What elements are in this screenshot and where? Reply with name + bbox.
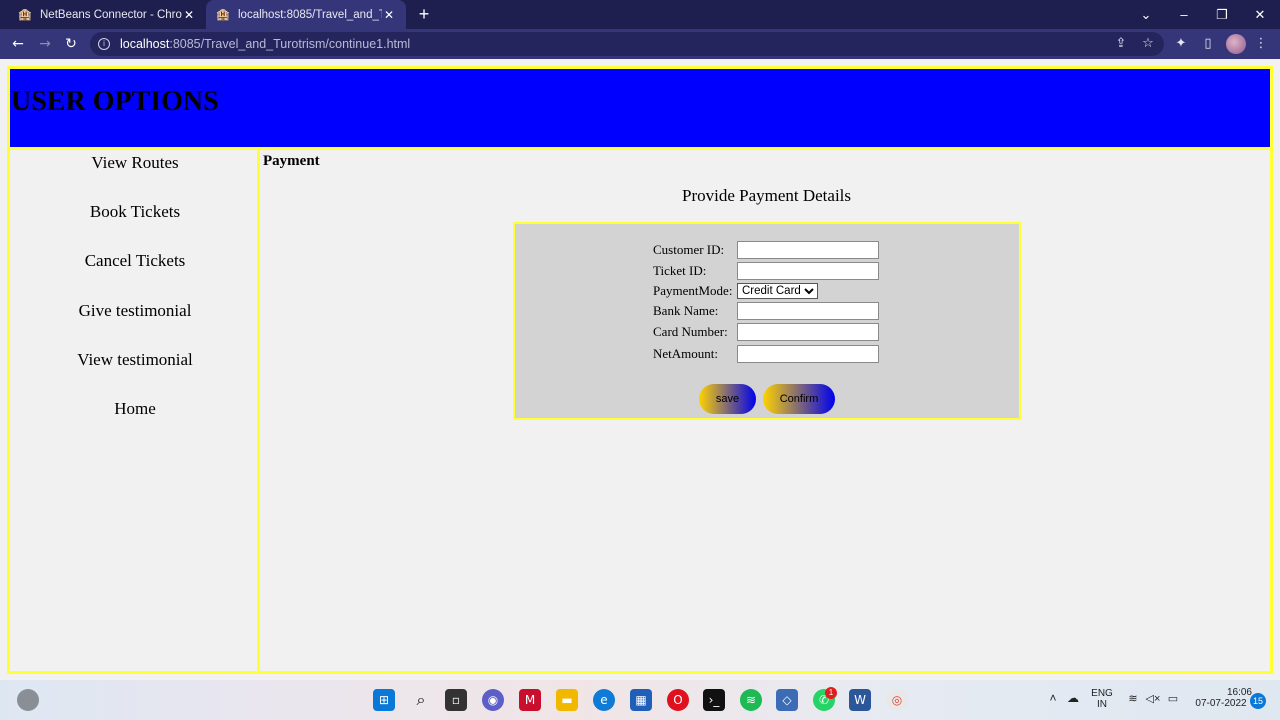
start-windows-icon[interactable]: ⊞ bbox=[373, 689, 395, 711]
clock-time: 16:06 bbox=[1226, 687, 1252, 698]
restore-button[interactable]: ❐ bbox=[1203, 0, 1241, 29]
main-content: Payment Provide Payment Details Customer… bbox=[263, 150, 1270, 674]
minimize-button[interactable]: – bbox=[1165, 0, 1203, 29]
info-icon[interactable]: i bbox=[98, 38, 110, 50]
tab-title: NetBeans Connector - Chrome W bbox=[40, 8, 182, 21]
chat-icon[interactable]: ◉ bbox=[482, 689, 504, 711]
close-icon[interactable]: ✕ bbox=[182, 8, 196, 22]
mcafee-icon[interactable]: M bbox=[519, 689, 541, 711]
clock[interactable]: 16:06 07-07-2022 bbox=[1190, 687, 1252, 709]
battery-icon[interactable]: ▭ bbox=[1165, 692, 1181, 705]
tab-netbeans-connector[interactable]: 🏨 NetBeans Connector - Chrome W ✕ bbox=[8, 0, 206, 29]
form-heading: Provide Payment Details bbox=[681, 186, 852, 205]
net-amount-label: NetAmount: bbox=[653, 346, 718, 361]
share-icon[interactable]: ⇪ bbox=[1112, 35, 1130, 53]
payment-form: Customer ID: Ticket ID: PaymentMode: Cre… bbox=[513, 222, 1021, 420]
url-text: localhost:8085/Travel_and_Turotrism/cont… bbox=[120, 37, 411, 51]
net-amount-input[interactable] bbox=[737, 345, 879, 363]
customer-id-label: Customer ID: bbox=[653, 242, 725, 257]
menu-icon[interactable]: ⋮ bbox=[1252, 35, 1270, 53]
onedrive-cloud-icon[interactable]: ☁ bbox=[1065, 691, 1081, 705]
sidebar-item-cancel-tickets[interactable]: Cancel Tickets bbox=[10, 251, 260, 271]
forward-arrow-icon[interactable]: → bbox=[35, 34, 55, 54]
sidebar: View Routes Book Tickets Cancel Tickets … bbox=[10, 150, 260, 674]
opera-icon[interactable]: O bbox=[667, 689, 689, 711]
notification-badge[interactable]: 15 bbox=[1250, 693, 1266, 709]
web-page: USER OPTIONS View Routes Book Tickets Ca… bbox=[0, 59, 1280, 680]
windows-taskbar: ⊞ ⌕ ▫ ◉ M ▬ e ▦ O ›_ ≋ ◇ ✆ 1 W ◎ ˄ ☁ ENG… bbox=[0, 680, 1280, 720]
chevron-down-icon[interactable]: ⌄ bbox=[1127, 0, 1165, 29]
sidebar-item-view-testimonial[interactable]: View testimonial bbox=[10, 350, 260, 370]
extensions-icon[interactable]: ✦ bbox=[1172, 35, 1190, 53]
chrome-icon[interactable]: ◎ bbox=[886, 689, 908, 711]
profile-avatar[interactable] bbox=[1226, 34, 1246, 54]
address-bar[interactable]: i localhost:8085/Travel_and_Turotrism/co… bbox=[90, 32, 1164, 56]
close-icon[interactable]: ✕ bbox=[382, 8, 396, 22]
spotify-icon[interactable]: ≋ bbox=[740, 689, 762, 711]
sidebar-item-book-tickets[interactable]: Book Tickets bbox=[10, 202, 260, 222]
back-arrow-icon[interactable]: ← bbox=[8, 34, 28, 54]
tab-favicon-icon: 🏨 bbox=[18, 9, 32, 21]
file-explorer-icon[interactable]: ▬ bbox=[556, 689, 578, 711]
bank-name-row: Bank Name: bbox=[653, 301, 879, 321]
sidebar-item-view-routes[interactable]: View Routes bbox=[10, 153, 260, 173]
ticket-id-input[interactable] bbox=[737, 262, 879, 280]
edge-icon[interactable]: e bbox=[593, 689, 615, 711]
ticket-id-row: Ticket ID: bbox=[653, 261, 879, 281]
sidebar-item-give-testimonial[interactable]: Give testimonial bbox=[10, 301, 260, 321]
bank-name-input[interactable] bbox=[737, 302, 879, 320]
chevron-up-icon[interactable]: ˄ bbox=[1046, 691, 1060, 705]
tab-localhost[interactable]: 🏨 localhost:8085/Travel_and_Turotr ✕ bbox=[206, 0, 406, 29]
ticket-id-label: Ticket ID: bbox=[653, 263, 707, 278]
widgets-icon[interactable] bbox=[17, 689, 39, 711]
side-panel-icon[interactable]: ▯ bbox=[1199, 35, 1217, 53]
page-frame: USER OPTIONS View Routes Book Tickets Ca… bbox=[7, 66, 1273, 674]
payment-mode-label: PaymentMode: bbox=[653, 283, 733, 298]
speaker-muted-icon[interactable]: ◁× bbox=[1145, 692, 1161, 705]
payment-mode-select[interactable]: Credit Card bbox=[737, 283, 818, 299]
wifi-icon[interactable]: ≋ bbox=[1125, 692, 1141, 705]
task-view-icon[interactable]: ▫ bbox=[445, 689, 467, 711]
tab-title: localhost:8085/Travel_and_Turotr bbox=[238, 8, 382, 21]
card-number-label: Card Number: bbox=[653, 324, 728, 339]
customer-id-input[interactable] bbox=[737, 241, 879, 259]
customer-id-row: Customer ID: bbox=[653, 240, 879, 260]
star-icon[interactable]: ☆ bbox=[1139, 35, 1157, 53]
lang-line2: IN bbox=[1097, 699, 1107, 710]
bank-name-label: Bank Name: bbox=[653, 303, 719, 318]
browser-tab-strip: 🏨 NetBeans Connector - Chrome W ✕ 🏨 loca… bbox=[0, 0, 1280, 29]
lang-line1: ENG bbox=[1091, 688, 1113, 699]
new-tab-button[interactable]: + bbox=[414, 4, 434, 24]
page-header: USER OPTIONS bbox=[10, 69, 1270, 150]
net-amount-row: NetAmount: bbox=[653, 344, 879, 364]
word-icon[interactable]: W bbox=[849, 689, 871, 711]
card-number-row: Card Number: bbox=[653, 322, 879, 342]
card-number-input[interactable] bbox=[737, 323, 879, 341]
window-close-button[interactable]: ✕ bbox=[1241, 0, 1279, 29]
page-title: USER OPTIONS bbox=[11, 86, 219, 117]
virtualbox-icon[interactable]: ◇ bbox=[776, 689, 798, 711]
save-button[interactable]: save bbox=[699, 384, 756, 414]
browser-toolbar: ← → ↻ i localhost:8085/Travel_and_Turotr… bbox=[0, 29, 1280, 59]
reload-icon[interactable]: ↻ bbox=[61, 34, 81, 54]
store-icon[interactable]: ▦ bbox=[630, 689, 652, 711]
clock-date: 07-07-2022 bbox=[1195, 698, 1247, 709]
terminal-icon[interactable]: ›_ bbox=[703, 689, 725, 711]
sidebar-item-home[interactable]: Home bbox=[10, 399, 260, 419]
payment-mode-row: PaymentMode: Credit Card bbox=[653, 281, 818, 301]
tab-favicon-icon: 🏨 bbox=[216, 9, 230, 21]
language-indicator[interactable]: ENG IN bbox=[1090, 688, 1114, 710]
search-icon[interactable]: ⌕ bbox=[410, 689, 432, 711]
section-title: Payment bbox=[263, 153, 320, 169]
confirm-button[interactable]: Confirm bbox=[763, 384, 835, 414]
whatsapp-badge: 1 bbox=[825, 687, 837, 699]
